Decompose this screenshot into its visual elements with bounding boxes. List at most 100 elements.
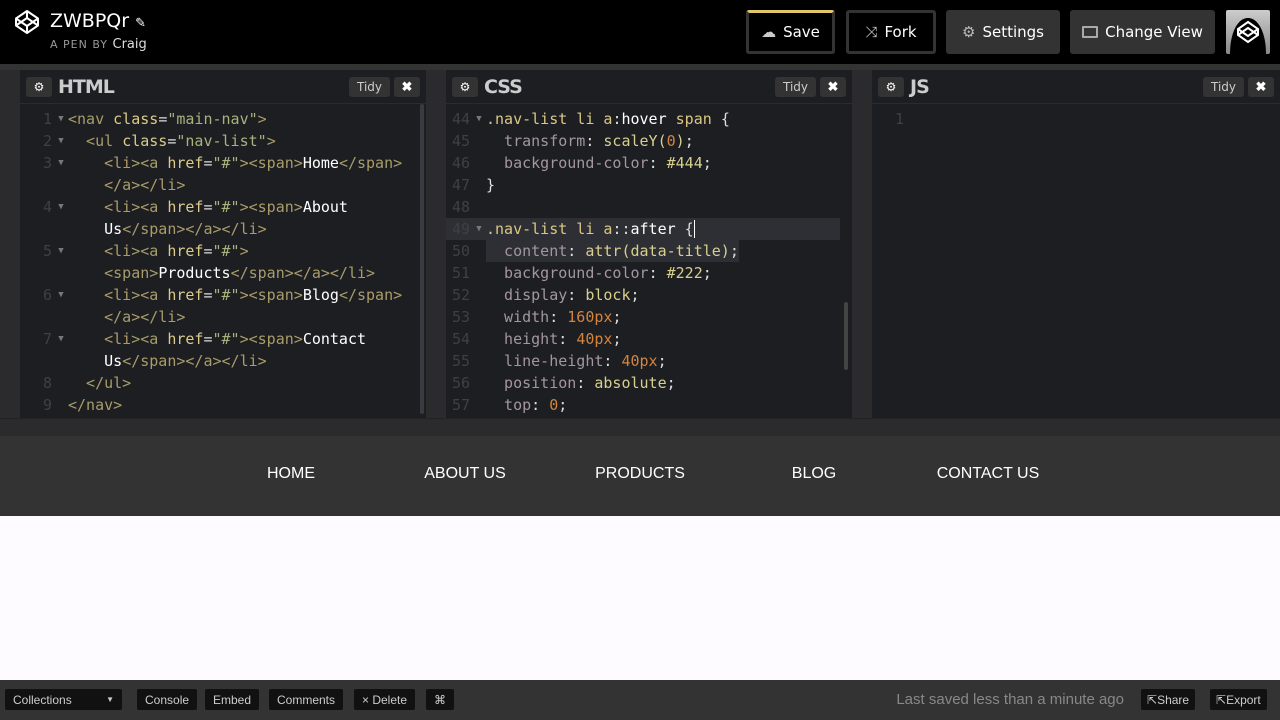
settings-label: Settings	[982, 23, 1044, 41]
fold-arrow-icon[interactable]: ▼	[472, 218, 486, 240]
line-number: 7	[42, 330, 52, 348]
share-button[interactable]: ⇱ Share	[1141, 689, 1196, 710]
line-number: 52	[451, 286, 470, 304]
nav-products[interactable]: PRODUCTS	[595, 465, 685, 483]
token-string: "#"	[212, 154, 240, 172]
code-text: <li><a href="#"><span>Blog</span>	[68, 284, 402, 306]
nav-blog[interactable]: BLOG	[792, 465, 836, 483]
token-value: #222	[666, 264, 703, 282]
editor-area: ⚙ HTML Tidy ✖ 1 ▼ <nav class="main-nav"> 2 ▼…	[0, 70, 1280, 418]
js-settings-gear-icon[interactable]: ⚙	[878, 76, 904, 97]
preview-nav: HOME ABOUT US PRODUCTS BLOG CONTACT US	[0, 436, 1280, 516]
nav-about-us[interactable]: ABOUT US	[424, 465, 506, 483]
token-number: 40px	[621, 352, 658, 370]
token-value: block	[585, 286, 631, 304]
nav-contact-us[interactable]: CONTACT US	[937, 465, 1040, 483]
code-line: 6 ▼ <li><a href="#"><span>Blog</span>	[20, 284, 426, 306]
token-punct: ;	[630, 286, 640, 304]
token-property: position	[486, 374, 577, 392]
token-punct: ;	[702, 264, 712, 282]
css-close-icon[interactable]: ✖	[820, 76, 846, 97]
js-editor[interactable]: ⚙ JS Tidy ✖ 1	[872, 70, 1280, 418]
html-code[interactable]: 1 ▼ <nav class="main-nav"> 2 ▼ <ul class="na…	[20, 104, 426, 416]
codepen-logo-icon[interactable]	[14, 9, 40, 35]
fold-arrow-icon[interactable]: ▼	[472, 108, 486, 130]
comments-button[interactable]: Comments	[269, 689, 344, 710]
token-text: after	[630, 220, 676, 238]
css-editor[interactable]: ⚙ CSS Tidy ✖ 44 ▼ .nav-list li a:hover spa…	[446, 70, 852, 418]
token-text: Blog	[302, 286, 339, 304]
token-punct: ::	[612, 220, 631, 238]
token-punct: {	[720, 110, 730, 128]
token-text: Products	[158, 264, 231, 282]
fork-button[interactable]: ⤨ Fork	[846, 10, 936, 54]
preview-resizer[interactable]	[0, 418, 1280, 436]
code-text: </a></li>	[68, 174, 185, 196]
fold-arrow-icon	[54, 174, 68, 196]
author-link[interactable]: Craig	[113, 37, 147, 52]
code-text: </a></li>	[68, 306, 185, 328]
fold-arrow-icon[interactable]: ▼	[54, 284, 68, 306]
fold-arrow-icon[interactable]: ▼	[54, 196, 68, 218]
token-property: width	[486, 308, 550, 326]
export-button[interactable]: ⇱ Export	[1210, 689, 1267, 710]
code-text: top: 0;	[486, 394, 567, 416]
css-code[interactable]: 44 ▼ .nav-list li a:hover span {45 transfo…	[446, 104, 852, 418]
token-punct: }	[486, 176, 496, 194]
token-text: About	[302, 198, 348, 216]
fold-arrow-icon[interactable]: ▼	[54, 130, 68, 152]
token-property: content	[486, 242, 568, 260]
delete-button[interactable]: × Delete	[354, 689, 416, 710]
code-text: </ul>	[68, 372, 131, 394]
code-line: 55 line-height: 40px;	[446, 350, 852, 372]
line-number: 4	[42, 198, 52, 216]
export-icon: ⇱	[1216, 692, 1227, 707]
html-tidy-button[interactable]: Tidy	[348, 76, 390, 97]
nav-home[interactable]: HOME	[267, 465, 315, 483]
css-settings-gear-icon[interactable]: ⚙	[452, 76, 478, 97]
fold-arrow-icon	[472, 394, 486, 416]
share-label: Share	[1157, 692, 1190, 707]
code-line: 9 </nav>	[20, 394, 426, 416]
js-tidy-button[interactable]: Tidy	[1202, 76, 1244, 97]
line-number: 55	[451, 352, 470, 370]
code-text: line-height: 40px;	[486, 350, 667, 372]
collections-dropdown[interactable]: Collections ▼	[5, 689, 122, 710]
line-number: 2	[42, 132, 52, 150]
js-code[interactable]: 1	[872, 104, 1280, 130]
fold-arrow-icon[interactable]: ▼	[54, 152, 68, 174]
css-tidy-button[interactable]: Tidy	[774, 76, 816, 97]
token-tag: >	[266, 132, 276, 150]
html-editor[interactable]: ⚙ HTML Tidy ✖ 1 ▼ <nav class="main-nav"> 2 ▼…	[20, 70, 426, 418]
fold-arrow-icon[interactable]: ▼	[54, 240, 68, 262]
token-tag: </span></a></li>	[122, 352, 267, 370]
user-avatar[interactable]	[1226, 10, 1270, 54]
code-line: </a></li>	[20, 306, 426, 328]
code-line: 46 background-color: #444;	[446, 152, 852, 174]
token-value: #444	[666, 154, 703, 172]
token-tag: </span>	[338, 154, 403, 172]
token-tag: <li><a	[68, 198, 168, 216]
fold-arrow-icon[interactable]: ▼	[54, 108, 68, 130]
pen-title[interactable]: ZWBPQr ✎	[50, 10, 146, 32]
token-punct: :	[558, 330, 577, 348]
settings-button[interactable]: ⚙ Settings	[946, 10, 1060, 54]
token-punct: :	[531, 396, 550, 414]
code-text: position: absolute;	[486, 372, 676, 394]
token-string: "#"	[212, 242, 240, 260]
save-button[interactable]: ☁ Save	[746, 10, 835, 54]
fold-arrow-icon	[54, 372, 68, 394]
token-tag: <li><a	[68, 330, 168, 348]
pencil-icon[interactable]: ✎	[135, 16, 146, 31]
embed-button[interactable]: Embed	[205, 689, 260, 710]
change-view-button[interactable]: Change View	[1070, 10, 1215, 54]
keyboard-shortcuts-button[interactable]: ⌘	[426, 689, 454, 710]
fold-arrow-icon	[472, 284, 486, 306]
html-settings-gear-icon[interactable]: ⚙	[26, 76, 52, 97]
code-line: 53 width: 160px;	[446, 306, 852, 328]
html-close-icon[interactable]: ✖	[394, 76, 420, 97]
share-icon: ⇱	[1147, 692, 1158, 707]
console-button[interactable]: Console	[137, 689, 198, 710]
fold-arrow-icon[interactable]: ▼	[54, 328, 68, 350]
js-close-icon[interactable]: ✖	[1248, 76, 1274, 97]
